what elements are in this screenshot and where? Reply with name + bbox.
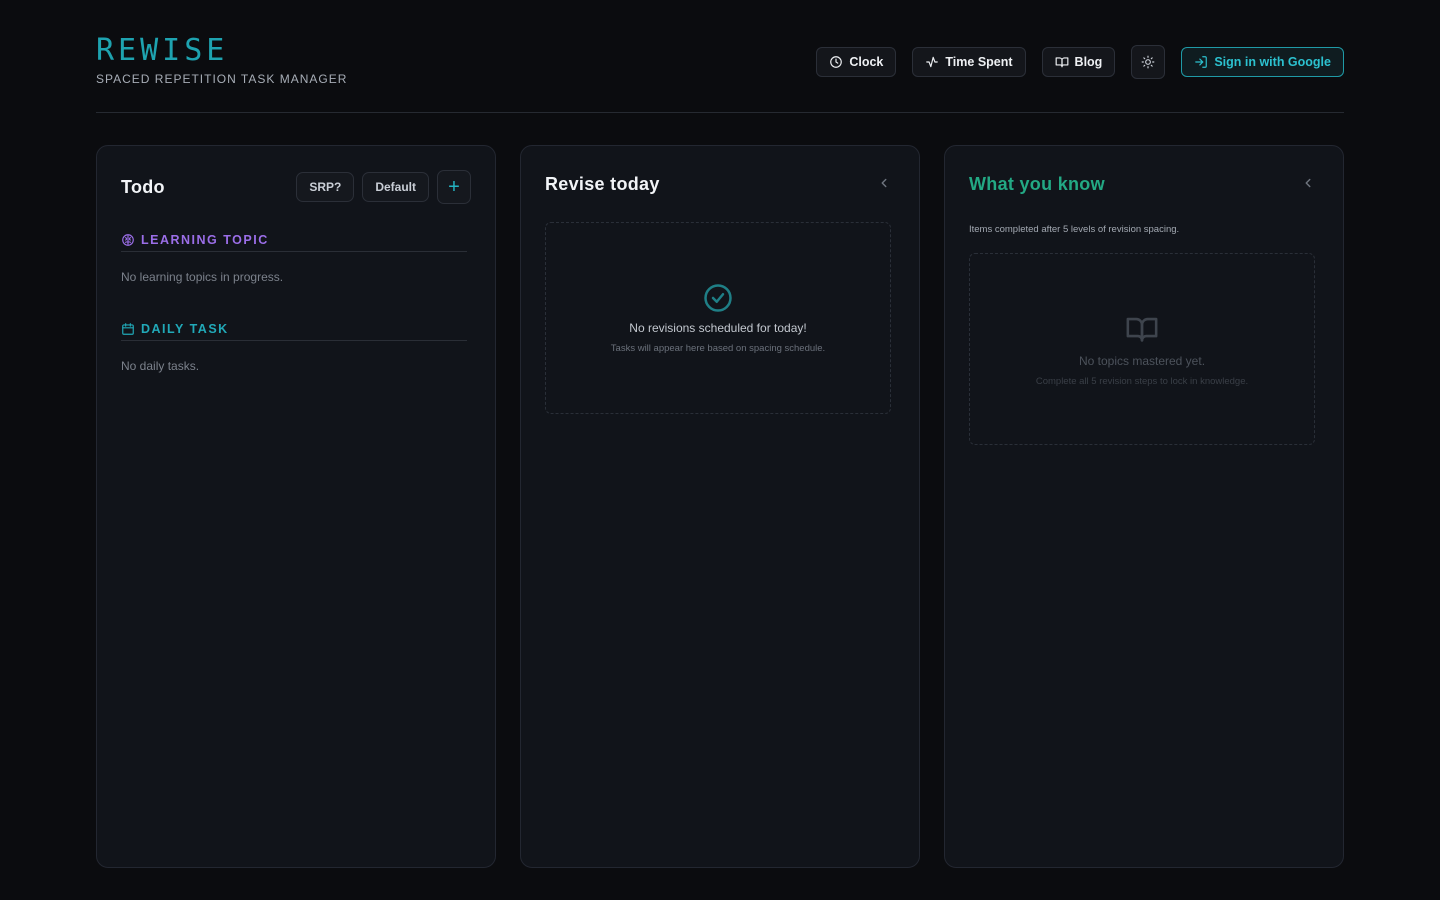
blog-button-label: Blog [1074, 55, 1103, 69]
todo-actions: SRP? Default + [296, 170, 471, 204]
check-circle-icon [704, 283, 732, 312]
learning-topic-heading: LEARNING TOPIC [141, 232, 269, 247]
top-nav: Clock Time Spent Blog Sign in with Googl… [816, 45, 1344, 79]
todo-panel: Todo SRP? Default + LEARNING TOPIC No le… [96, 145, 496, 868]
time-spent-button[interactable]: Time Spent [912, 47, 1026, 77]
what-you-know-panel: What you know Items completed after 5 le… [944, 145, 1344, 868]
todo-title: Todo [121, 177, 165, 197]
header-divider [96, 112, 1344, 113]
daily-task-section-header: DAILY TASK [121, 317, 467, 341]
daily-task-heading: DAILY TASK [141, 321, 229, 336]
log-in-icon [1195, 56, 1208, 68]
app-header: REWISE SPACED REPETITION TASK MANAGER Cl… [96, 36, 1344, 86]
know-empty-message: No topics mastered yet. [1078, 353, 1206, 368]
revise-today-panel: Revise today No revisions scheduled for … [520, 145, 920, 868]
know-empty-state: No topics mastered yet. Complete all 5 r… [969, 253, 1315, 445]
time-spent-button-label: Time Spent [945, 55, 1013, 69]
chevron-left-icon[interactable] [877, 176, 891, 190]
chevron-left-icon[interactable] [1301, 176, 1315, 190]
daily-task-empty: No daily tasks. [121, 359, 200, 373]
brain-icon [122, 233, 134, 246]
know-empty-hint: Complete all 5 revision steps to lock in… [1035, 375, 1249, 387]
sun-icon [1141, 55, 1155, 69]
sign-in-google-label: Sign in with Google [1214, 55, 1331, 69]
calendar-icon [122, 322, 134, 335]
revise-empty-message: No revisions scheduled for today! [629, 320, 807, 335]
clock-button-label: Clock [849, 55, 884, 69]
clock-icon [830, 56, 843, 68]
sign-in-google-button[interactable]: Sign in with Google [1181, 47, 1344, 77]
learning-topic-empty: No learning topics in progress. [121, 270, 284, 284]
srp-button[interactable]: SRP? [296, 172, 355, 202]
clock-button[interactable]: Clock [816, 47, 897, 77]
book-open-icon [1126, 317, 1158, 342]
add-task-button[interactable]: + [437, 170, 471, 204]
what-you-know-title: What you know [969, 174, 1105, 194]
revise-empty-hint: Tasks will appear here based on spacing … [610, 342, 826, 354]
default-button[interactable]: Default [362, 172, 429, 202]
activity-icon [926, 56, 939, 68]
book-open-icon [1055, 57, 1068, 68]
revise-empty-state: No revisions scheduled for today! Tasks … [545, 222, 891, 414]
theme-toggle-button[interactable] [1131, 45, 1166, 79]
revise-today-title: Revise today [545, 174, 660, 194]
what-you-know-description: Items completed after 5 levels of revisi… [969, 224, 1180, 235]
blog-button[interactable]: Blog [1041, 47, 1116, 77]
learning-topic-section-header: LEARNING TOPIC [121, 228, 467, 252]
